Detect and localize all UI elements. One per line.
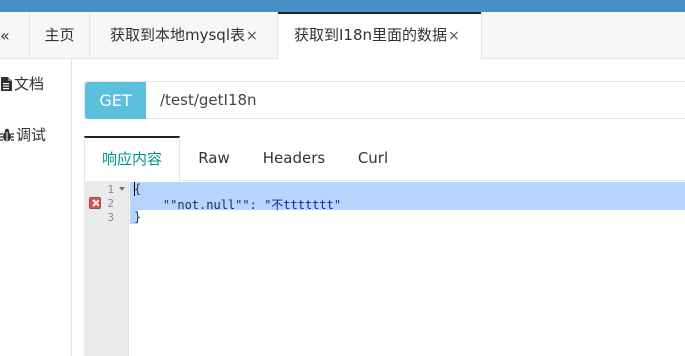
collapse-tabs-button[interactable]: « [0,12,30,59]
json-colon: : [249,198,265,212]
sidebar-item-debug[interactable]: 调试 [0,124,72,145]
editor-gutter: 1 2 3 [84,181,129,356]
tab-curl[interactable]: Curl [346,136,400,181]
code-area[interactable]: { ""not.null"": "不ttttttt" } [130,181,685,356]
sidebar-item-docs[interactable]: 文档 [0,73,72,94]
text-cursor [134,182,135,196]
close-icon[interactable]: × [246,28,258,44]
json-key: ""not.null"" [162,198,250,212]
tab-bar: « 主页 获取到本地mysql表× 获取到I18n里面的数据× [0,12,685,60]
sidebar-item-label: 文档 [14,75,45,93]
tab-mysql-table[interactable]: 获取到本地mysql表× [90,12,278,59]
line-number: 2 [107,197,114,210]
request-url: /test/getI18n [160,91,257,109]
response-tabs: 响应内容 Raw Headers Curl [84,136,685,182]
sidebar: 文档 调试 [0,59,72,356]
sidebar-item-label: 调试 [16,126,47,144]
fold-arrow-icon[interactable] [119,187,125,191]
http-method-badge: GET [85,82,146,119]
tab-home[interactable]: 主页 [30,12,90,59]
document-icon [1,77,12,91]
close-icon[interactable]: × [448,28,460,44]
tab-mysql-label: 获取到本地mysql表 [110,26,245,44]
tab-i18n-data[interactable]: 获取到I18n里面的数据× [278,12,482,60]
error-icon [89,197,101,209]
tab-i18n-label: 获取到I18n里面的数据 [294,26,448,44]
line-number: 3 [107,211,114,224]
tab-response-content[interactable]: 响应内容 [84,136,180,182]
double-chevron-left-icon: « [0,26,10,45]
tab-home-label: 主页 [44,26,75,44]
code-line: ""not.null"": "不ttttttt" [134,196,341,213]
json-value: "不ttttttt" [264,198,342,212]
response-editor[interactable]: 1 2 3 { ""not.null"": "不ttttttt" } [84,181,685,356]
line-number: 1 [107,183,114,196]
code-line: } [134,210,142,224]
request-bar: GET /test/getI18n [84,81,685,119]
tab-raw[interactable]: Raw [186,136,242,181]
top-bar [0,0,685,12]
code-line: { [134,182,142,196]
bug-icon [0,128,14,142]
tab-headers[interactable]: Headers [254,136,334,181]
